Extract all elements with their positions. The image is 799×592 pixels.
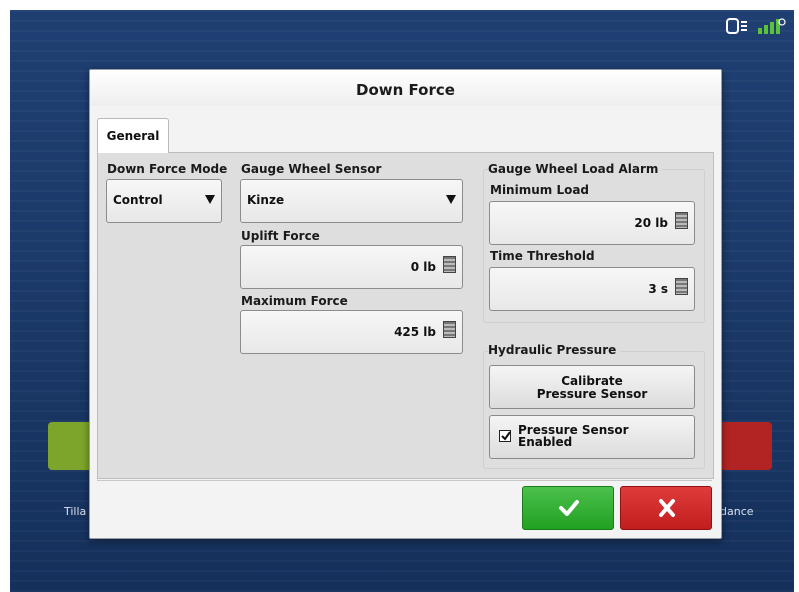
- maximum-force-input[interactable]: 425 lb: [240, 310, 463, 354]
- gauge-wheel-sensor-value: Kinze: [247, 193, 285, 207]
- pressure-sensor-enabled-toggle[interactable]: Pressure Sensor Enabled: [489, 415, 695, 459]
- ok-button[interactable]: [522, 486, 614, 530]
- general-tab-panel: Down Force Mode Control Gauge Wheel Sens…: [97, 152, 714, 479]
- guidance-app-label: dance: [720, 505, 754, 518]
- gauge-wheel-sensor-label: Gauge Wheel Sensor: [241, 162, 382, 176]
- down-force-mode-dropdown[interactable]: Control: [106, 179, 222, 223]
- calculator-icon[interactable]: [443, 321, 456, 338]
- uplift-force-label: Uplift Force: [241, 229, 320, 243]
- dropdown-arrow-icon: [446, 195, 456, 204]
- gauge-wheel-sensor-dropdown[interactable]: Kinze: [240, 179, 463, 223]
- down-force-mode-value: Control: [113, 193, 163, 207]
- checkmark-icon: [559, 500, 579, 516]
- guidance-app-tile[interactable]: [714, 422, 772, 470]
- time-threshold-value: 3 s: [648, 282, 668, 296]
- uplift-force-value: 0 lb: [410, 260, 436, 274]
- down-force-mode-label: Down Force Mode: [107, 162, 228, 176]
- close-icon: [659, 499, 675, 517]
- gps-signal-icon[interactable]: [756, 16, 786, 36]
- pressure-sensor-enabled-line2: Enabled: [518, 435, 573, 449]
- status-bar: [726, 16, 786, 36]
- minimum-load-label: Minimum Load: [490, 183, 590, 197]
- maximum-force-value: 425 lb: [394, 325, 436, 339]
- pressure-sensor-enabled-checkbox[interactable]: [499, 430, 511, 442]
- dropdown-arrow-icon: [205, 195, 215, 204]
- dialog-title: Down Force: [90, 70, 721, 106]
- uplift-force-input[interactable]: 0 lb: [240, 245, 463, 289]
- tab-general[interactable]: General: [97, 118, 169, 153]
- hydraulic-pressure-title: Hydraulic Pressure: [488, 343, 621, 357]
- cancel-button[interactable]: [620, 486, 712, 530]
- calculator-icon[interactable]: [443, 256, 456, 273]
- time-threshold-input[interactable]: 3 s: [489, 267, 695, 311]
- minimum-load-value: 20 lb: [634, 216, 668, 230]
- maximum-force-label: Maximum Force: [241, 294, 348, 308]
- minimum-load-input[interactable]: 20 lb: [489, 201, 695, 245]
- display-icon[interactable]: [726, 18, 748, 34]
- calculator-icon[interactable]: [675, 212, 688, 229]
- calibrate-pressure-sensor-button[interactable]: Calibrate Pressure Sensor: [489, 365, 695, 409]
- down-force-dialog: Down Force General Down Force Mode Contr…: [89, 69, 722, 539]
- calculator-icon[interactable]: [675, 278, 688, 295]
- checkmark-icon: [501, 431, 511, 441]
- time-threshold-label: Time Threshold: [490, 249, 595, 263]
- calibrate-button-line2: Pressure Sensor: [536, 387, 648, 401]
- gauge-wheel-load-alarm-title: Gauge Wheel Load Alarm: [488, 162, 663, 176]
- footer-divider: [97, 480, 712, 481]
- tillage-app-label: Tilla: [64, 505, 87, 518]
